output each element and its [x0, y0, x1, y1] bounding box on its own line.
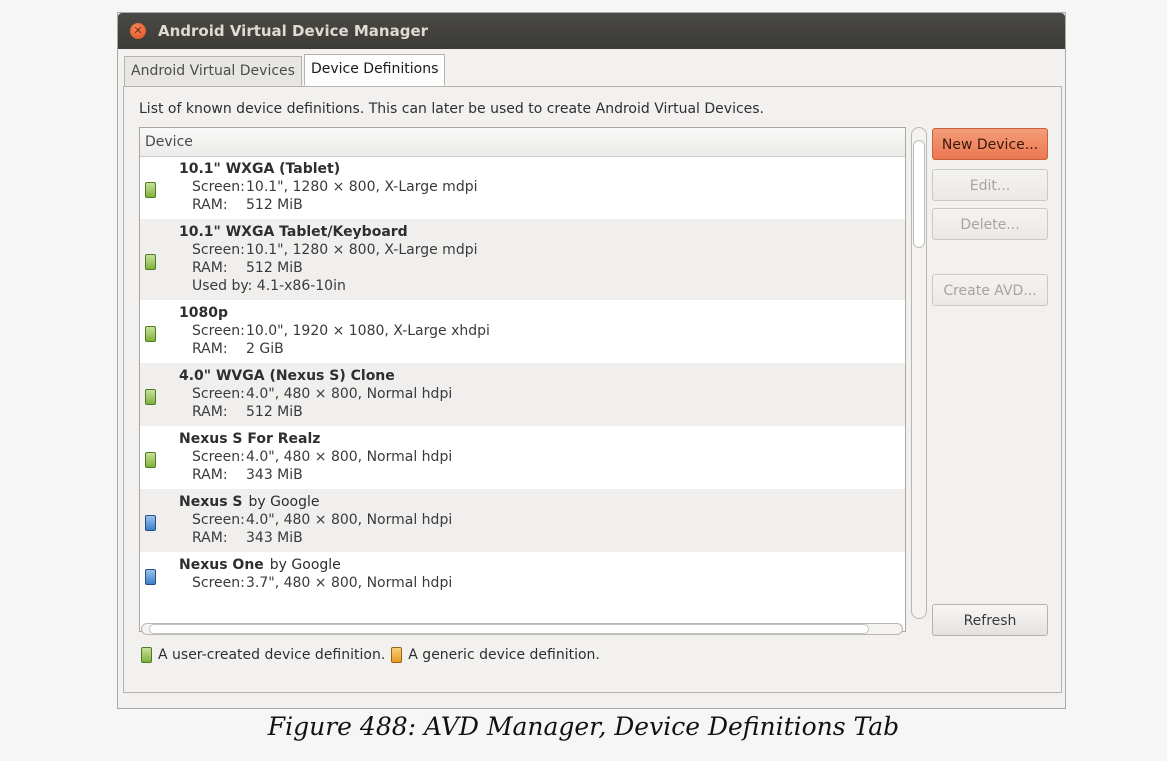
user-device-icon [145, 254, 156, 270]
device-name-text: 1080p [179, 305, 228, 321]
device-name: Nexus S by Google [179, 489, 905, 511]
generic-device-icon [145, 515, 156, 531]
create-avd-button[interactable]: Create AVD... [932, 274, 1048, 306]
device-name: Nexus One by Google [179, 552, 905, 574]
screen-label: Screen: [192, 575, 245, 591]
device-name-text: Nexus S For Realz [179, 431, 321, 447]
screen-label: Screen: [192, 242, 245, 258]
device-row[interactable]: 1080p Screen:10.0", 1920 × 1080, X-Large … [140, 300, 905, 363]
device-ram: RAM: 512 MiB [179, 403, 905, 421]
ram-value: 512 MiB [246, 197, 303, 213]
new-device-button[interactable]: New Device... [932, 128, 1048, 160]
vertical-scrollbar[interactable] [911, 127, 927, 619]
user-device-icon [145, 452, 156, 468]
generic-device-icon [391, 647, 403, 663]
device-name: 4.0" WVGA (Nexus S) Clone [179, 363, 905, 385]
screen-label: Screen: [192, 179, 245, 195]
device-definitions-panel: List of known device definitions. This c… [123, 86, 1062, 693]
ram-label: RAM: [192, 530, 228, 546]
device-name-text: 4.0" WVGA (Nexus S) Clone [179, 368, 395, 384]
device-screen: Screen:10.1", 1280 × 800, X-Large mdpi [179, 178, 905, 196]
device-table: Device 10.1" WXGA (Tablet) Screen:10.1", … [139, 127, 906, 632]
screen-value: 4.0", 480 × 800, Normal hdpi [246, 512, 453, 528]
device-vendor: by Google [248, 494, 320, 510]
device-name-text: 10.1" WXGA Tablet/Keyboard [179, 224, 408, 240]
device-name: 10.1" WXGA Tablet/Keyboard [179, 219, 905, 241]
ram-label: RAM: [192, 467, 228, 483]
screen-value: 3.7", 480 × 800, Normal hdpi [246, 575, 453, 591]
screen-label: Screen: [192, 386, 245, 402]
device-list: 10.1" WXGA (Tablet) Screen:10.1", 1280 × … [140, 156, 905, 616]
screen-value: 4.0", 480 × 800, Normal hdpi [246, 386, 453, 402]
legend-generic-text: A generic device definition. [408, 647, 600, 663]
device-name-text: Nexus One [179, 557, 264, 573]
screen-label: Screen: [192, 449, 245, 465]
device-name-text: 10.1" WXGA (Tablet) [179, 161, 341, 177]
figure-caption: Figure 488: AVD Manager, Device Definiti… [267, 712, 900, 741]
device-row[interactable]: 4.0" WVGA (Nexus S) Clone Screen:4.0", 48… [140, 363, 905, 426]
device-screen: Screen:4.0", 480 × 800, Normal hdpi [179, 385, 905, 403]
close-icon[interactable]: ✕ [130, 23, 146, 39]
device-row[interactable]: Nexus S by Google Screen:4.0", 480 × 800, … [140, 489, 905, 552]
ram-value: 343 MiB [246, 467, 303, 483]
screen-label: Screen: [192, 323, 245, 339]
user-device-icon [145, 389, 156, 405]
column-header-device[interactable]: Device [140, 128, 905, 157]
device-screen: Screen:10.0", 1920 × 1080, X-Large xhdpi [179, 322, 905, 340]
user-device-icon [145, 182, 156, 198]
screen-value: 10.1", 1280 × 800, X-Large mdpi [246, 179, 478, 195]
device-screen: Screen:4.0", 480 × 800, Normal hdpi [179, 448, 905, 466]
device-name: 1080p [179, 300, 905, 322]
device-name: 10.1" WXGA (Tablet) [179, 156, 905, 178]
avd-manager-window: ✕ Android Virtual Device Manager Android… [117, 12, 1066, 709]
device-name: Nexus S For Realz [179, 426, 905, 448]
horizontal-scrollbar[interactable] [141, 623, 903, 635]
legend: A user-created device definition. A gene… [141, 647, 600, 663]
device-screen: Screen:3.7", 480 × 800, Normal hdpi [179, 574, 905, 592]
legend-user-text: A user-created device definition. [158, 647, 386, 663]
panel-description: List of known device definitions. This c… [139, 101, 765, 117]
device-ram: RAM: 343 MiB [179, 529, 905, 547]
device-screen: Screen:4.0", 480 × 800, Normal hdpi [179, 511, 905, 529]
ram-label: RAM: [192, 341, 228, 357]
ram-value: 2 GiB [246, 341, 284, 357]
screen-value: 10.0", 1920 × 1080, X-Large xhdpi [246, 323, 490, 339]
ram-value: 512 MiB [246, 260, 303, 276]
device-ram: RAM: 343 MiB [179, 466, 905, 484]
tab-bar: Android Virtual Devices Device Definitio… [124, 54, 446, 86]
window-title: Android Virtual Device Manager [158, 22, 429, 40]
device-row[interactable]: 10.1" WXGA Tablet/Keyboard Screen:10.1", … [140, 219, 905, 300]
delete-button[interactable]: Delete... [932, 208, 1048, 240]
refresh-button[interactable]: Refresh [932, 604, 1048, 636]
device-used-by: Used by: 4.1-x86-10in [192, 278, 346, 294]
screen-value: 10.1", 1280 × 800, X-Large mdpi [246, 242, 478, 258]
ram-value: 343 MiB [246, 530, 303, 546]
ram-value: 512 MiB [246, 404, 303, 420]
ram-label: RAM: [192, 260, 228, 276]
ram-label: RAM: [192, 197, 228, 213]
vertical-scroll-thumb[interactable] [913, 140, 925, 248]
device-row[interactable]: Nexus One by Google Screen:3.7", 480 × 800… [140, 552, 905, 597]
device-vendor: by Google [269, 557, 341, 573]
horizontal-scroll-thumb[interactable] [149, 624, 869, 634]
device-ram: RAM: 512 MiB [179, 196, 905, 214]
tab-device-definitions[interactable]: Device Definitions [303, 54, 446, 86]
device-row[interactable]: 10.1" WXGA (Tablet) Screen:10.1", 1280 × … [140, 156, 905, 219]
generic-device-icon [145, 569, 156, 585]
screen-label: Screen: [192, 512, 245, 528]
ram-label: RAM: [192, 404, 228, 420]
tab-android-virtual-devices[interactable]: Android Virtual Devices [124, 56, 302, 86]
screen-value: 4.0", 480 × 800, Normal hdpi [246, 449, 453, 465]
device-ram: RAM: 2 GiB [179, 340, 905, 358]
user-device-icon [145, 326, 156, 342]
edit-button[interactable]: Edit... [932, 169, 1048, 201]
device-name-text: Nexus S [179, 494, 243, 510]
title-bar: ✕ Android Virtual Device Manager [118, 13, 1065, 49]
user-device-icon [141, 647, 152, 663]
device-screen: Screen:10.1", 1280 × 800, X-Large mdpi [179, 241, 905, 259]
device-row[interactable]: Nexus S For Realz Screen:4.0", 480 × 800,… [140, 426, 905, 489]
device-ram: RAM: 512 MiB [179, 259, 905, 277]
